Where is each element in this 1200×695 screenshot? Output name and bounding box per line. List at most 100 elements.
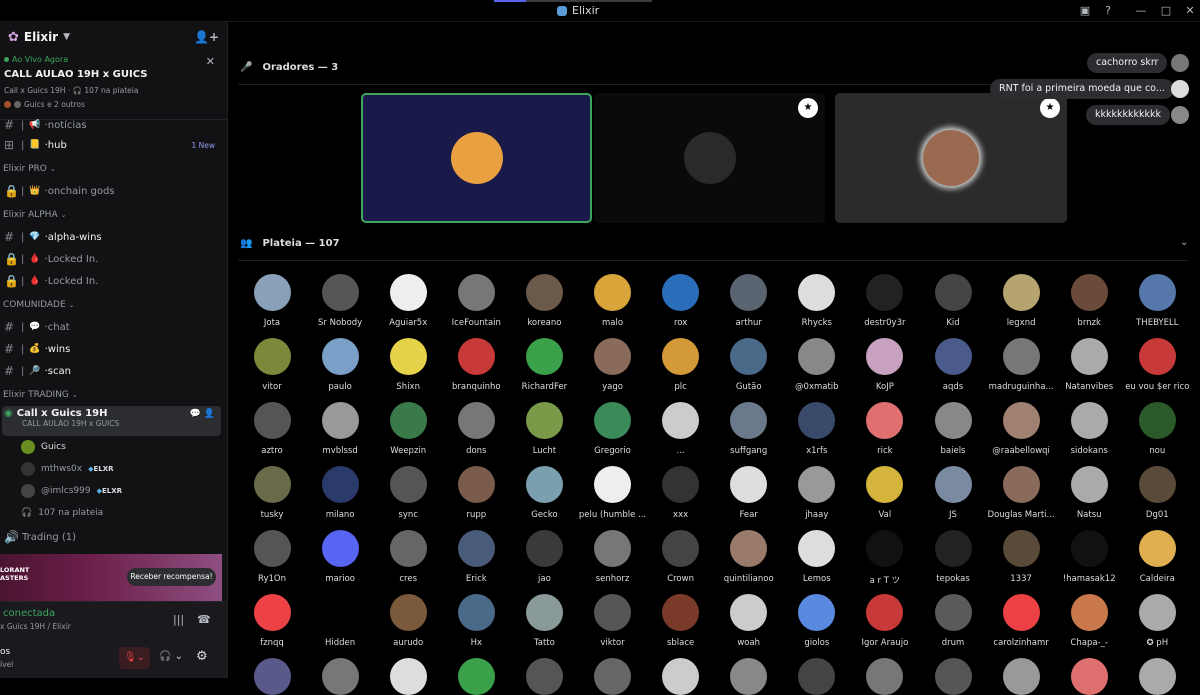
gear-icon[interactable]: ⚙ (196, 649, 208, 664)
audience-member[interactable]: tusky (238, 466, 306, 520)
mic-muted-icon[interactable]: 🎙⌄ (119, 647, 150, 669)
audience-member[interactable] (510, 658, 578, 695)
audience-member[interactable]: Aguiar5x (374, 274, 442, 328)
audience-member[interactable]: Hidden (306, 594, 374, 648)
audience-member[interactable]: Lemos (783, 530, 851, 584)
promo-banner[interactable]: LORANT ASTERS Receber recompensa! (0, 554, 222, 601)
audience-member[interactable]: Sr Nobody (306, 274, 374, 328)
audience-member[interactable]: brnzk (1055, 274, 1123, 328)
audience-member[interactable] (987, 658, 1055, 695)
audience-member[interactable]: suffgang (715, 402, 783, 456)
audience-member[interactable]: giolos (783, 594, 851, 648)
voice-user[interactable]: Guics (0, 436, 227, 458)
audience-member[interactable]: 1337 (987, 530, 1055, 584)
audience-member[interactable]: THEBYELL (1123, 274, 1191, 328)
audience-member[interactable]: @raabellowqi (987, 402, 1055, 456)
voice-user[interactable]: mthws0x ◆ELXR (0, 458, 227, 480)
audience-member[interactable]: quintilianoo (715, 530, 783, 584)
channel-hub[interactable]: ⊞ | 📒 · hub 1 New (0, 134, 227, 156)
channel-wins[interactable]: # | 💰 · wins (0, 338, 227, 360)
close-icon[interactable]: ✕ (206, 55, 215, 68)
category-alpha[interactable]: Elixir ALPHA ⌄ (0, 204, 227, 226)
chevron-down-icon[interactable]: ⌄ (1180, 237, 1188, 248)
audience-member[interactable]: Val (851, 466, 919, 520)
speaker-tile[interactable]: ★ (594, 93, 825, 223)
audience-member[interactable]: Weepzin (374, 402, 442, 456)
audience-member[interactable]: madruguinha... (987, 338, 1055, 392)
audience-member[interactable]: Caldeira (1123, 530, 1191, 584)
category-pro[interactable]: Elixir PRO ⌄ (0, 158, 227, 180)
audience-member[interactable]: marioo (306, 530, 374, 584)
audience-member[interactable]: arthur (715, 274, 783, 328)
audience-member[interactable]: rox (647, 274, 715, 328)
audience-member[interactable]: KoJP (851, 338, 919, 392)
audience-member[interactable] (1123, 658, 1191, 695)
audience-member[interactable]: yago (579, 338, 647, 392)
audience-member[interactable]: a r T ツ (851, 530, 919, 586)
audience-member[interactable]: jhaay (783, 466, 851, 520)
speaker-tile[interactable] (361, 93, 592, 223)
speaker-tile[interactable]: ★ (835, 93, 1067, 223)
chat-and-invite-icons[interactable]: 💬 👤 (190, 409, 215, 419)
audience-member[interactable]: vitor (238, 338, 306, 392)
audience-member[interactable]: Igor Araujo (851, 594, 919, 648)
channel-trading[interactable]: 🔊 Trading (1) (0, 526, 227, 548)
close-icon[interactable]: ✕ (1182, 3, 1198, 19)
category-trading[interactable]: Elixir TRADING ⌄ (0, 384, 227, 406)
audience-member[interactable]: aztro (238, 402, 306, 456)
minimize-icon[interactable]: — (1133, 3, 1149, 19)
audience-member[interactable]: destr0y3r (851, 274, 919, 328)
audience-member[interactable]: Erick (442, 530, 510, 584)
audience-member[interactable]: dons (442, 402, 510, 456)
audience-member[interactable]: tepokas (919, 530, 987, 584)
audience-member[interactable]: !hamasak12 (1055, 530, 1123, 584)
audience-member[interactable]: Natanvibes (1055, 338, 1123, 392)
audience-member[interactable]: Hx (442, 594, 510, 648)
audience-member[interactable]: koreano (510, 274, 578, 328)
audience-member[interactable]: jao (510, 530, 578, 584)
audience-member[interactable]: Fear (715, 466, 783, 520)
audience-member[interactable]: x1rfs (783, 402, 851, 456)
channel-noticias[interactable]: # | 📢 · notícias (0, 116, 227, 134)
audience-member[interactable]: baiels (919, 402, 987, 456)
audience-member[interactable]: paulo (306, 338, 374, 392)
audience-member[interactable]: Chapa-_- (1055, 594, 1123, 648)
audience-member[interactable]: ✪ pH (1123, 594, 1191, 648)
audience-member[interactable]: JS (919, 466, 987, 520)
server-header[interactable]: ✿ Elixir ▼ 👤+ (0, 22, 227, 52)
audience-member[interactable]: IceFountain (442, 274, 510, 328)
audience-member[interactable]: Gregorio (579, 402, 647, 456)
audience-member[interactable]: Lucht (510, 402, 578, 456)
audience-member[interactable]: legxnd (987, 274, 1055, 328)
audience-member[interactable]: Ry1On (238, 530, 306, 584)
audience-member[interactable] (238, 658, 306, 695)
audience-member[interactable]: Crown (647, 530, 715, 584)
disconnect-icon[interactable]: ☎ (197, 613, 211, 626)
help-icon[interactable]: ? (1100, 3, 1116, 19)
headphones-icon[interactable]: 🎧 ⌄ (159, 651, 183, 662)
audience-member[interactable]: Kid (919, 274, 987, 328)
soundboard-icon[interactable]: ||| (173, 613, 184, 626)
audience-member[interactable]: sync (374, 466, 442, 520)
channel-chat[interactable]: # | 💬 · chat (0, 316, 227, 338)
audience-member[interactable]: RichardFer (510, 338, 578, 392)
audience-member[interactable] (374, 658, 442, 695)
audience-member[interactable]: nou (1123, 402, 1191, 456)
audience-member[interactable]: Rhycks (783, 274, 851, 328)
audience-member[interactable] (579, 658, 647, 695)
inbox-icon[interactable]: ▣ (1077, 3, 1093, 19)
audience-member[interactable]: senhorz (579, 530, 647, 584)
audience-member[interactable]: ... (647, 402, 715, 456)
channel-alpha-wins[interactable]: # | 💎 · alpha-wins (0, 226, 227, 248)
audience-member[interactable]: xxx (647, 466, 715, 520)
maximize-icon[interactable]: □ (1158, 3, 1174, 19)
voice-channel-active[interactable]: ◉ Call x Guics 19H CALL AULAO 19H x GUICS… (2, 406, 221, 436)
invite-icon[interactable]: 👤+ (194, 30, 219, 44)
audience-member[interactable] (647, 658, 715, 695)
audience-member[interactable]: mvblssd (306, 402, 374, 456)
audience-member[interactable]: @0xmatib (783, 338, 851, 392)
audience-member[interactable]: Gutão (715, 338, 783, 392)
audience-member[interactable]: sblace (647, 594, 715, 648)
category-comunidade[interactable]: COMUNIDADE ⌄ (0, 294, 227, 316)
audience-member[interactable]: branquinho (442, 338, 510, 392)
